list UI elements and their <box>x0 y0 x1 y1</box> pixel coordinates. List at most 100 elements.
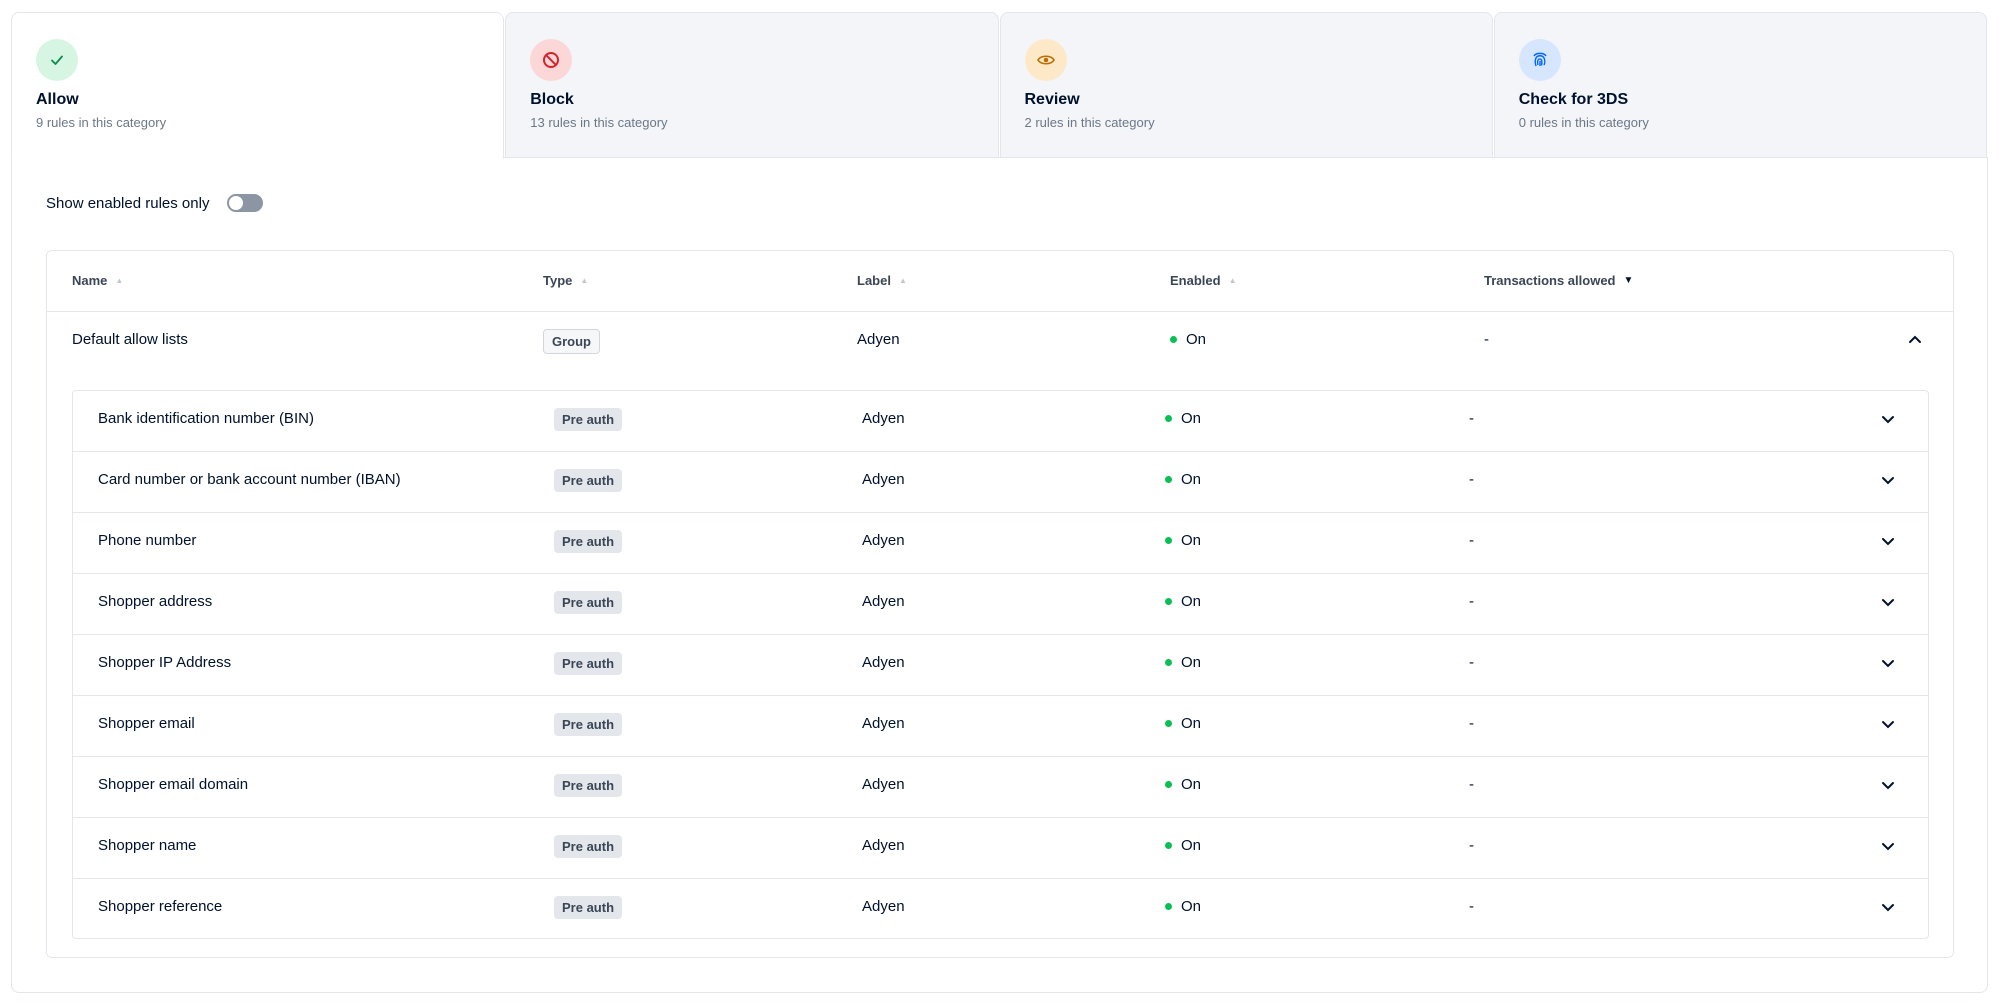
tab-rule-count: 0 rules in this category <box>1518 115 1649 130</box>
rule-enabled-text: On <box>1181 593 1202 610</box>
enabled-only-toggle[interactable] <box>227 194 264 212</box>
rule-transactions: - <box>1469 410 1474 427</box>
group-name: Default allow lists <box>72 331 188 348</box>
rule-label: Adyen <box>862 837 905 854</box>
rule-type-cell: Pre auth <box>554 774 623 797</box>
toggle-knob <box>229 196 244 210</box>
group-type-cell: Group <box>543 329 600 354</box>
group-row[interactable]: Default allow lists Group Adyen On - <box>47 312 1953 372</box>
rule-enabled-status: On <box>1165 715 1201 732</box>
status-dot <box>1165 903 1172 910</box>
rule-type-badge: Pre auth <box>554 896 623 919</box>
rule-row[interactable]: Shopper address Pre auth Adyen On - <box>73 574 1928 635</box>
rule-enabled-text: On <box>1181 837 1202 854</box>
rule-label: Adyen <box>862 471 905 488</box>
status-dot <box>1165 537 1172 544</box>
rule-type-badge: Pre auth <box>554 591 623 614</box>
column-header-label[interactable]: Label ▲ <box>857 273 907 288</box>
rule-enabled-status: On <box>1165 654 1201 671</box>
check-icon <box>36 39 78 81</box>
rule-type-badge: Pre auth <box>554 774 623 797</box>
sort-down-icon: ▼ <box>1623 275 1634 286</box>
tab-check3ds[interactable]: Check for 3DS 0 rules in this category <box>1493 12 1987 158</box>
group-label: Adyen <box>857 331 900 348</box>
rule-type-cell: Pre auth <box>554 591 623 614</box>
rule-name: Shopper address <box>98 593 213 610</box>
rule-type-badge: Pre auth <box>554 530 623 553</box>
rule-enabled-status: On <box>1165 776 1201 793</box>
rule-row[interactable]: Phone number Pre auth Adyen On - <box>73 513 1928 574</box>
status-dot <box>1165 659 1172 666</box>
rule-transactions: - <box>1469 593 1474 610</box>
expand-chevron-down-icon[interactable] <box>1881 842 1895 852</box>
rule-enabled-status: On <box>1165 532 1201 549</box>
tab-block[interactable]: Block 13 rules in this category <box>505 12 999 158</box>
status-dot <box>1165 476 1172 483</box>
tab-review[interactable]: Review 2 rules in this category <box>999 12 1493 158</box>
rule-name: Shopper reference <box>98 898 223 915</box>
eye-icon <box>1024 39 1067 81</box>
rule-type-cell: Pre auth <box>554 835 623 858</box>
expand-chevron-down-icon[interactable] <box>1881 781 1895 791</box>
rule-type-cell: Pre auth <box>554 713 623 736</box>
rule-row[interactable]: Card number or bank account number (IBAN… <box>73 452 1928 513</box>
expand-chevron-down-icon[interactable] <box>1881 598 1895 608</box>
status-dot <box>1165 781 1172 788</box>
rule-type-badge: Pre auth <box>554 408 623 431</box>
rule-type-cell: Pre auth <box>554 896 623 919</box>
expand-chevron-down-icon[interactable] <box>1881 720 1895 730</box>
column-name-label: Name <box>72 273 108 288</box>
rule-name: Shopper email <box>98 715 195 732</box>
rule-transactions: - <box>1469 532 1474 549</box>
rule-enabled-status: On <box>1165 410 1201 427</box>
expand-chevron-down-icon[interactable] <box>1881 415 1895 425</box>
expand-chevron-down-icon[interactable] <box>1881 476 1895 486</box>
fingerprint-icon <box>1518 39 1561 81</box>
rule-type-cell: Pre auth <box>554 530 623 553</box>
column-enabled-label: Enabled <box>1170 273 1221 288</box>
rule-label: Adyen <box>862 532 905 549</box>
collapse-chevron-up-icon[interactable] <box>1908 334 1922 344</box>
tab-rule-count: 2 rules in this category <box>1024 115 1155 130</box>
rule-type-badge: Pre auth <box>554 835 623 858</box>
rule-type-badge: Pre auth <box>554 652 623 675</box>
column-header-type[interactable]: Type ▲ <box>543 273 588 288</box>
rule-transactions: - <box>1469 715 1474 732</box>
column-header-name[interactable]: Name ▲ <box>72 273 123 288</box>
rule-enabled-text: On <box>1181 654 1202 671</box>
enabled-filter-label: Show enabled rules only <box>46 194 210 212</box>
rule-transactions: - <box>1469 654 1474 671</box>
rule-enabled-text: On <box>1181 410 1202 427</box>
tab-rule-count: 9 rules in this category <box>36 115 167 130</box>
expand-chevron-down-icon[interactable] <box>1881 903 1895 913</box>
rule-row[interactable]: Shopper reference Pre auth Adyen On - <box>73 879 1928 940</box>
rule-name: Phone number <box>98 532 197 549</box>
rule-type-cell: Pre auth <box>554 408 623 431</box>
rule-label: Adyen <box>862 410 905 427</box>
rule-transactions: - <box>1469 776 1474 793</box>
rule-row[interactable]: Shopper email Pre auth Adyen On - <box>73 696 1928 757</box>
rule-row[interactable]: Shopper IP Address Pre auth Adyen On - <box>73 635 1928 696</box>
block-icon <box>530 39 573 81</box>
category-tabs: Allow 9 rules in this category Block 13 rul… <box>11 12 1988 159</box>
rule-row[interactable]: Bank identification number (BIN) Pre auth… <box>73 391 1928 452</box>
expand-chevron-down-icon[interactable] <box>1881 537 1895 547</box>
rule-row[interactable]: Shopper email domain Pre auth Adyen On - <box>73 757 1928 818</box>
rule-name: Shopper name <box>98 837 197 854</box>
rule-enabled-status: On <box>1165 471 1201 488</box>
rule-row[interactable]: Shopper name Pre auth Adyen On - <box>73 818 1928 879</box>
table-header: Name ▲ Type ▲ Label ▲ Enabled ▲ Transact… <box>47 251 1953 312</box>
enabled-filter: Show enabled rules only <box>46 194 264 212</box>
status-dot <box>1170 336 1177 343</box>
tab-title: Allow <box>36 91 79 108</box>
tab-allow[interactable]: Allow 9 rules in this category <box>11 12 505 159</box>
rule-enabled-text: On <box>1181 715 1202 732</box>
expand-chevron-down-icon[interactable] <box>1881 659 1895 669</box>
column-label-label: Label <box>857 273 891 288</box>
rule-label: Adyen <box>862 715 905 732</box>
column-header-enabled[interactable]: Enabled ▲ <box>1170 273 1237 288</box>
rule-enabled-text: On <box>1181 776 1202 793</box>
group-enabled-status: On <box>1170 331 1206 348</box>
rule-label: Adyen <box>862 898 905 915</box>
column-header-transactions[interactable]: Transactions allowed ▼ <box>1484 273 1633 288</box>
